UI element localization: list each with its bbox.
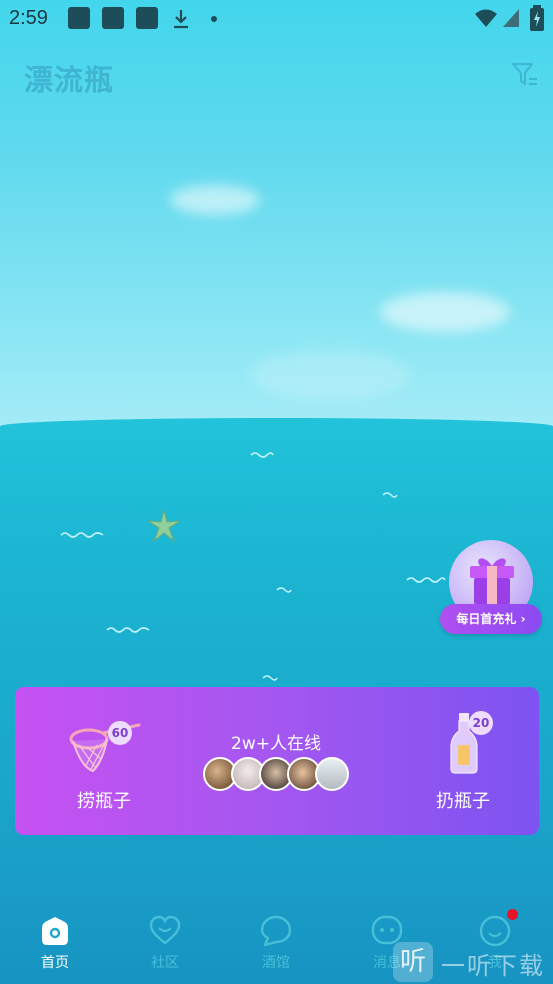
catch-count-badge: 60 (108, 721, 132, 745)
chevron-right-icon: › (520, 612, 526, 626)
wave (60, 532, 104, 538)
watermark-text: 一听下载 (441, 952, 545, 980)
app-notification-icon (102, 7, 124, 29)
wave (250, 452, 274, 458)
dot-icon (211, 16, 217, 22)
cloud (170, 185, 260, 215)
cloud (250, 350, 410, 400)
avatar (315, 757, 349, 791)
nav-label: 首页 (41, 955, 69, 971)
throw-bottle-label: 扔瓶子 (436, 791, 490, 812)
nav-label: 酒馆 (262, 955, 290, 971)
nav-item-community[interactable]: 社区 (125, 914, 205, 972)
cloud (380, 292, 510, 332)
catch-bottle-button[interactable]: 60 捞瓶子 (55, 687, 155, 835)
online-avatars[interactable] (203, 757, 353, 793)
chat-bubble-icon (260, 915, 292, 947)
battery-charging-icon (530, 5, 544, 31)
wave (262, 675, 278, 681)
wave (276, 587, 292, 593)
nav-label: 社区 (151, 955, 179, 971)
online-count: 2w+人在线 (231, 734, 321, 754)
wave (106, 627, 150, 633)
home-icon (42, 917, 68, 945)
watermark: 听 一听下载 (393, 940, 553, 984)
status-bar: 2:59 (0, 0, 553, 38)
app-notification-icon (68, 7, 90, 29)
download-icon (174, 10, 188, 29)
daily-gift-button[interactable]: 每日首充礼 › (440, 540, 544, 640)
gift-icon (470, 558, 514, 604)
page-title: 漂流瓶 (24, 63, 115, 97)
wifi-icon (475, 9, 497, 27)
nav-item-tavern[interactable]: 酒馆 (236, 914, 316, 972)
status-time: 2:59 (9, 7, 48, 29)
app-notification-icon (136, 7, 158, 29)
filter-icon[interactable] (510, 60, 540, 90)
cellular-signal-icon (503, 9, 519, 27)
wave (382, 492, 398, 498)
catch-bottle-label: 捞瓶子 (77, 791, 131, 812)
heart-icon (149, 915, 181, 945)
throw-count-badge: 20 (469, 711, 493, 735)
gift-label-text: 每日首充礼 (456, 612, 517, 626)
scene-background (0, 0, 553, 984)
action-panel: 60 捞瓶子 2w+人在线 20 扔瓶子 (15, 687, 539, 835)
watermark-logo: 听 (393, 942, 433, 982)
notification-dot (507, 909, 518, 920)
gift-label: 每日首充礼 › (440, 604, 542, 634)
throw-bottle-button[interactable]: 20 扔瓶子 (415, 687, 515, 835)
nav-item-home[interactable]: 首页 (15, 914, 95, 972)
starfish-icon (147, 509, 181, 543)
